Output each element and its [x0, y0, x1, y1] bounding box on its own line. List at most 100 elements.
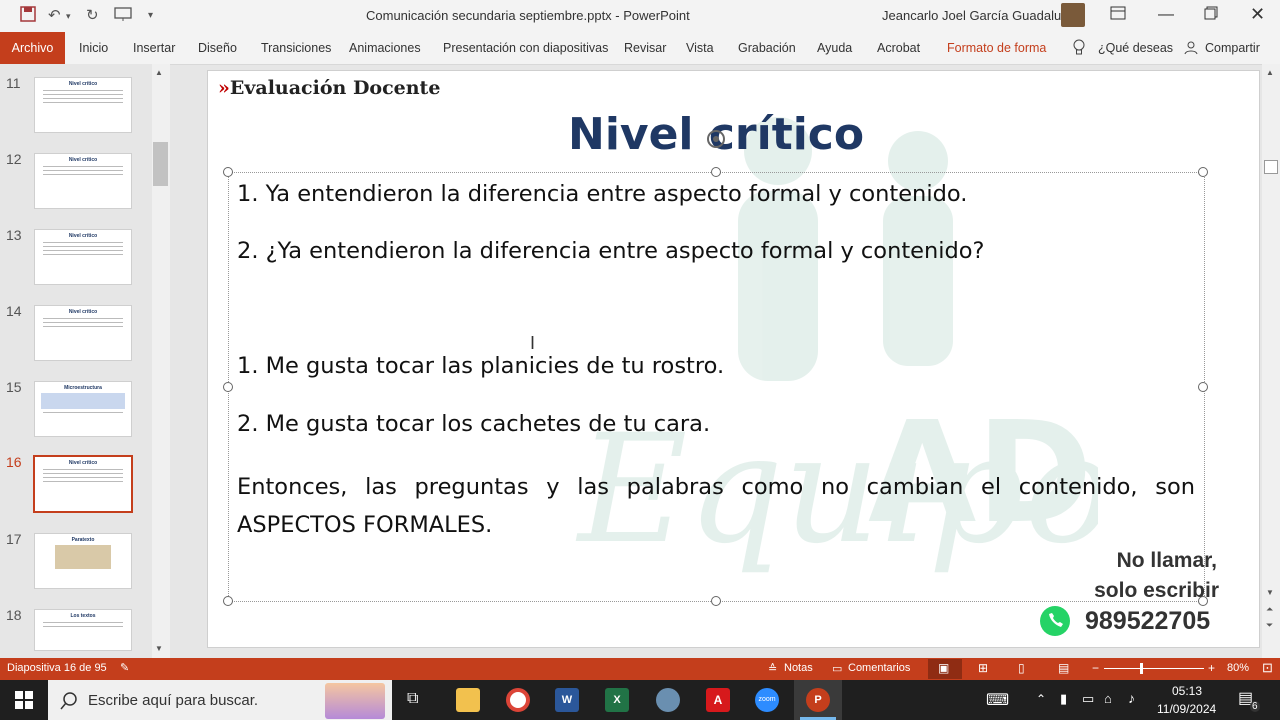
zoom-level[interactable]: 80% [1227, 662, 1249, 674]
scroll-up-icon[interactable]: ▲ [155, 68, 163, 77]
resize-handle[interactable] [223, 382, 233, 392]
conclusion-paragraph[interactable]: Entonces, las preguntas y las palabras c… [237, 468, 1195, 544]
slide-canvas[interactable]: Equipo ADS »Evaluación Docente Nivel crí… [207, 70, 1260, 648]
slide-thumbnail[interactable]: Paratexto [34, 533, 132, 589]
slideshow-icon[interactable]: ▤ [1058, 661, 1069, 675]
normal-view-icon: ▣ [938, 661, 950, 675]
tab-ayuda[interactable]: Ayuda [817, 41, 852, 55]
tab-formato-de-forma[interactable]: Formato de forma [947, 41, 1046, 55]
comments-icon[interactable]: ▭ [832, 662, 842, 675]
volume-icon[interactable]: ♪ [1128, 690, 1135, 706]
show-hidden-icons-icon[interactable]: ⌃ [1036, 692, 1046, 706]
zoom-in-icon[interactable]: + [1208, 661, 1215, 675]
network-icon[interactable]: ⌂ [1104, 691, 1112, 706]
slide-thumbnail[interactable]: Nivel crítico [34, 77, 132, 133]
clock-time[interactable]: 05:13 [1172, 684, 1202, 698]
thumbnail-title: Nivel crítico [68, 157, 98, 163]
task-view-icon[interactable]: ⧉ [407, 690, 418, 708]
resize-handle[interactable] [223, 596, 233, 606]
tab-animaciones[interactable]: Animaciones [349, 41, 421, 55]
tab-inicio[interactable]: Inicio [79, 41, 108, 55]
text-cursor-icon: I [530, 333, 536, 353]
resize-handle[interactable] [711, 167, 721, 177]
chrome-icon[interactable] [506, 688, 530, 712]
fit-slide-icon[interactable]: ⊡ [1262, 660, 1273, 676]
keyboard-icon[interactable]: ⌨ [986, 690, 1009, 710]
tab-diseno[interactable]: Diseño [198, 41, 237, 55]
undo-dropdown-icon[interactable]: ▾ [66, 11, 71, 22]
document-title: Comunicación secundaria septiembre.pptx … [366, 8, 690, 23]
resize-handle[interactable] [223, 167, 233, 177]
brand-name: Evaluación Docente [229, 77, 441, 99]
thumbnail-title: Microestructura [64, 385, 102, 391]
clock-date[interactable]: 11/09/2024 [1157, 702, 1216, 716]
body-line[interactable]: 2. Me gusta tocar los cachetes de tu car… [237, 411, 710, 437]
tab-presentacion[interactable]: Presentación con diapositivas [443, 41, 608, 55]
usb-icon[interactable]: ▮ [1060, 691, 1067, 707]
word-icon[interactable]: W [555, 688, 579, 712]
tab-acrobat[interactable]: Acrobat [877, 41, 920, 55]
accessibility-icon[interactable]: ✎ [120, 661, 129, 674]
body-line[interactable]: 1. Ya entendieron la diferencia entre as… [237, 181, 967, 207]
avatar[interactable] [1061, 3, 1085, 27]
zoom-app-icon[interactable]: zoom [755, 688, 779, 712]
customize-toolbar-icon[interactable]: ▾ [148, 10, 153, 21]
save-icon[interactable] [20, 6, 36, 26]
thumbnail-number: 15 [6, 379, 22, 395]
resize-handle[interactable] [711, 596, 721, 606]
body-line[interactable]: 1. Me gusta tocar las planicies de tu ro… [237, 353, 724, 379]
excel-icon[interactable]: X [605, 688, 629, 712]
paint-icon[interactable] [656, 688, 680, 712]
resize-handle[interactable] [1198, 167, 1208, 177]
body-line[interactable]: 2. ¿Ya entendieron la diferencia entre a… [237, 238, 985, 264]
share-button[interactable]: Compartir [1205, 41, 1260, 55]
tab-insertar[interactable]: Insertar [133, 41, 175, 55]
slide-thumbnail[interactable]: Nivel crítico [34, 305, 132, 361]
resize-handle[interactable] [1198, 382, 1208, 392]
scroll-up-icon[interactable]: ▲ [1266, 68, 1274, 77]
notes-icon[interactable]: ≙ [768, 662, 777, 675]
close-icon[interactable]: ✕ [1250, 4, 1265, 25]
reading-view-icon[interactable]: ▯ [1018, 661, 1025, 675]
slide-thumbnail[interactable]: Los textos [34, 609, 132, 651]
zoom-slider[interactable] [1104, 668, 1204, 669]
windows-start-icon[interactable] [15, 691, 33, 709]
comments-button[interactable]: Comentarios [848, 662, 910, 674]
zoom-slider-thumb[interactable] [1140, 663, 1143, 674]
tab-archivo[interactable]: Archivo [0, 32, 65, 64]
slide-thumbnail[interactable]: Microestructura [34, 381, 132, 437]
maximize-icon[interactable] [1204, 6, 1218, 25]
tab-revisar[interactable]: Revisar [624, 41, 666, 55]
ribbon-display-icon[interactable] [1110, 6, 1126, 25]
scrollbar-thumb[interactable] [1264, 160, 1278, 174]
present-icon[interactable] [114, 6, 132, 26]
phone-number: 989522705 [1085, 607, 1211, 635]
tab-grabacion[interactable]: Grabación [738, 41, 796, 55]
slide-scrollbar[interactable] [1262, 64, 1280, 658]
tell-me-search[interactable]: ¿Qué deseas [1098, 41, 1173, 55]
acrobat-icon[interactable]: A [706, 688, 730, 712]
thumbnail-title: Nivel crítico [68, 81, 98, 87]
next-slide-icon[interactable]: ⏷ [1266, 620, 1273, 631]
file-explorer-icon[interactable] [456, 688, 480, 712]
user-name[interactable]: Jeancarlo Joel García Guadalupe [882, 8, 1076, 23]
slide-sorter-icon[interactable]: ⊞ [978, 661, 988, 675]
previous-slide-icon[interactable]: ⏶ [1266, 604, 1273, 615]
slide-thumbnail-selected[interactable]: Nivel crítico [33, 455, 133, 513]
notes-button[interactable]: Notas [784, 662, 813, 674]
slide-thumbnail[interactable]: Nivel crítico [34, 229, 132, 285]
slide-thumbnail[interactable]: Nivel crítico [34, 153, 132, 209]
minimize-icon[interactable]: — [1158, 6, 1174, 24]
redo-icon[interactable]: ↻ [86, 6, 99, 24]
scroll-down-icon[interactable]: ▼ [155, 644, 163, 653]
scroll-down-icon[interactable]: ▼ [1266, 588, 1274, 597]
tab-vista[interactable]: Vista [686, 41, 714, 55]
thumbnail-number: 11 [6, 75, 21, 91]
rotate-handle-icon[interactable] [705, 128, 727, 150]
undo-icon[interactable]: ↶ [48, 6, 61, 24]
tab-transiciones[interactable]: Transiciones [261, 41, 331, 55]
zoom-out-icon[interactable]: − [1092, 661, 1099, 675]
share-icon [1184, 41, 1198, 60]
thumbnail-scrollbar-thumb[interactable] [153, 142, 168, 186]
battery-icon[interactable]: ▭ [1082, 691, 1094, 707]
